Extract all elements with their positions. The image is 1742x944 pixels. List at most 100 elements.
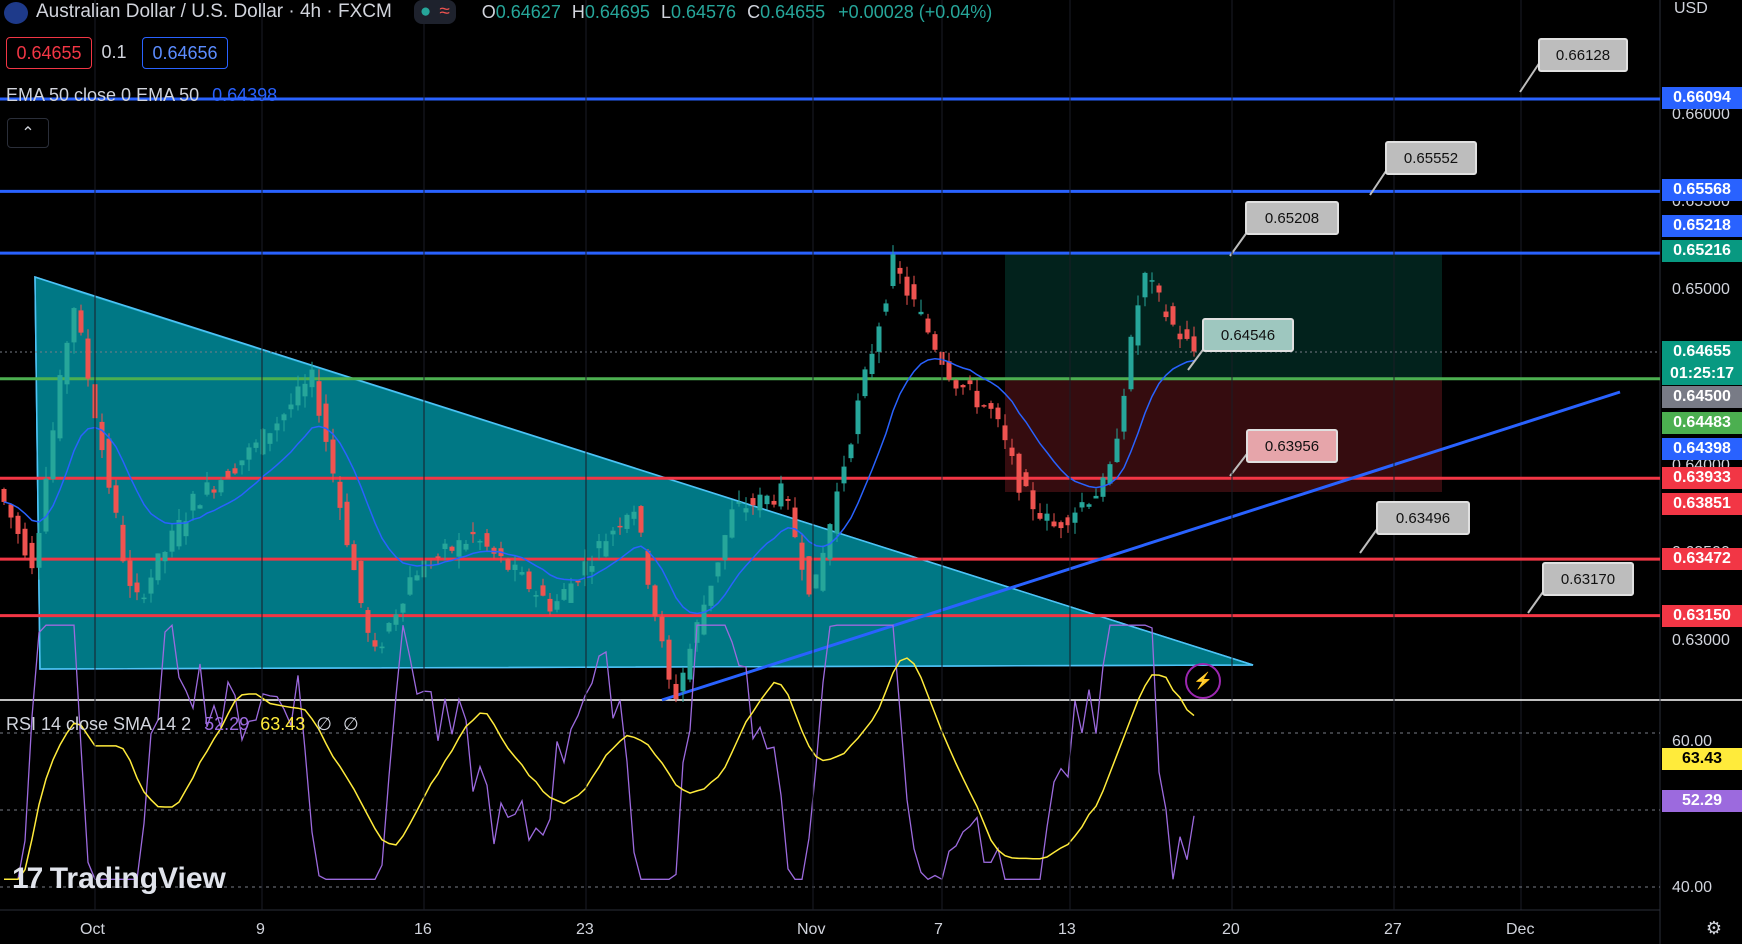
currency-selector[interactable]: USD — [1672, 0, 1734, 24]
buy-button[interactable]: 0.64656 — [142, 37, 228, 69]
candle-body — [78, 310, 84, 333]
candle-body — [533, 595, 539, 597]
price-axis-label: 0.63000 — [1672, 632, 1730, 649]
candle-body — [1142, 272, 1148, 298]
price-callout[interactable]: 0.65552 — [1385, 141, 1477, 175]
time-axis-label: 23 — [576, 921, 594, 938]
flag-icon — [4, 2, 28, 24]
price-tag: 0.63851 — [1662, 493, 1742, 515]
candle-body — [1114, 438, 1120, 463]
candle-body — [1030, 490, 1036, 510]
price-callout[interactable]: 0.63956 — [1246, 429, 1338, 463]
price-tag: 0.64398 — [1662, 438, 1742, 460]
candle-body — [246, 447, 252, 460]
lightning-alert-icon[interactable]: ⚡ — [1185, 663, 1221, 699]
price-tag: 0.65218 — [1662, 215, 1742, 237]
time-axis-label: Dec — [1506, 921, 1535, 938]
candle-body — [29, 542, 35, 569]
candle-body — [736, 501, 742, 504]
price-tag: 0.64483 — [1662, 412, 1742, 434]
candle-body — [925, 318, 931, 333]
market-open-icon[interactable]: ● — [420, 1, 431, 23]
candle-body — [190, 493, 196, 511]
symbol-title[interactable]: Australian Dollar / U.S. Dollar · 4h · F… — [36, 1, 392, 23]
candle-body — [1177, 333, 1183, 340]
price-axis-label: 0.65000 — [1672, 281, 1730, 298]
candle-body — [869, 353, 875, 375]
candle-body — [743, 508, 749, 513]
time-axis-label: 16 — [414, 921, 432, 938]
price-callout[interactable]: 0.65208 — [1245, 201, 1339, 235]
candle-body — [855, 400, 861, 435]
candle-body — [890, 254, 896, 287]
candle-body — [778, 483, 784, 507]
candle-body — [15, 515, 21, 534]
price-tag: 0.65568 — [1662, 179, 1742, 201]
rsi-legend[interactable]: RSI 14 close SMA 14 2 52.29 63.43 ∅ ∅ — [6, 714, 359, 735]
time-axis-label: 13 — [1058, 921, 1076, 938]
wave-icon[interactable]: ≈ — [439, 1, 449, 23]
candle-body — [8, 504, 14, 518]
candle-body — [414, 575, 420, 581]
candle-body — [540, 585, 546, 596]
candle-body — [876, 326, 882, 352]
candle-body — [512, 564, 518, 570]
price-tag: 0.63150 — [1662, 605, 1742, 627]
candle-body — [337, 481, 343, 508]
candle-body — [120, 524, 126, 562]
price-callout[interactable]: 0.64546 — [1202, 318, 1294, 352]
candle-body — [897, 267, 903, 274]
collapse-chevron-up-icon[interactable]: ⌃ — [7, 118, 49, 148]
candle-body — [666, 639, 672, 680]
candle-body — [288, 404, 294, 410]
candle-body — [127, 560, 133, 586]
settings-gear-icon[interactable]: ⚙ — [1700, 918, 1728, 942]
candle-body — [526, 571, 532, 590]
candle-body — [505, 558, 511, 570]
rsi-sma-line — [4, 657, 1195, 881]
position-profit-zone — [1005, 254, 1442, 380]
candle-body — [1184, 329, 1190, 339]
candle-body — [582, 561, 588, 576]
ema-legend[interactable]: EMA 50 close 0 EMA 50 0.64398 — [6, 85, 277, 106]
candle-body — [1170, 306, 1176, 325]
candle-body — [757, 494, 763, 511]
candle-body — [519, 572, 525, 575]
candle-body — [344, 501, 350, 546]
candle-body — [708, 585, 714, 606]
position-loss-zone — [1005, 380, 1442, 492]
price-callout[interactable]: 0.66128 — [1538, 38, 1628, 72]
sell-button[interactable]: 0.64655 — [6, 37, 92, 69]
candle-body — [953, 380, 959, 389]
candle-body — [701, 604, 707, 635]
candle-body — [106, 438, 112, 488]
candle-body — [1107, 464, 1113, 484]
chart-canvas[interactable] — [0, 0, 1742, 944]
candle-body — [722, 535, 728, 560]
candle-body — [547, 598, 553, 612]
candle-body — [232, 468, 238, 474]
candle-body — [323, 403, 329, 442]
candle-body — [1002, 425, 1008, 441]
candle-body — [792, 507, 798, 538]
candle-body — [477, 541, 483, 543]
price-callout[interactable]: 0.63496 — [1376, 501, 1470, 535]
candle-body — [1121, 395, 1127, 432]
candle-body — [806, 556, 812, 595]
candle-body — [253, 442, 259, 448]
candle-body — [785, 498, 791, 501]
candle-body — [967, 380, 973, 385]
candle-body — [379, 646, 385, 649]
price-tag: 0.65216 — [1662, 240, 1742, 262]
price-tag: 0.64655 — [1662, 341, 1742, 363]
candle-body — [169, 530, 175, 552]
candle-body — [50, 430, 56, 480]
candle-body — [372, 640, 378, 647]
candle-body — [351, 544, 357, 571]
candle-body — [239, 460, 245, 466]
candle-body — [386, 623, 392, 632]
candle-body — [1037, 513, 1043, 519]
candle-body — [43, 478, 49, 532]
price-callout[interactable]: 0.63170 — [1542, 562, 1634, 596]
candle-body — [484, 533, 490, 547]
